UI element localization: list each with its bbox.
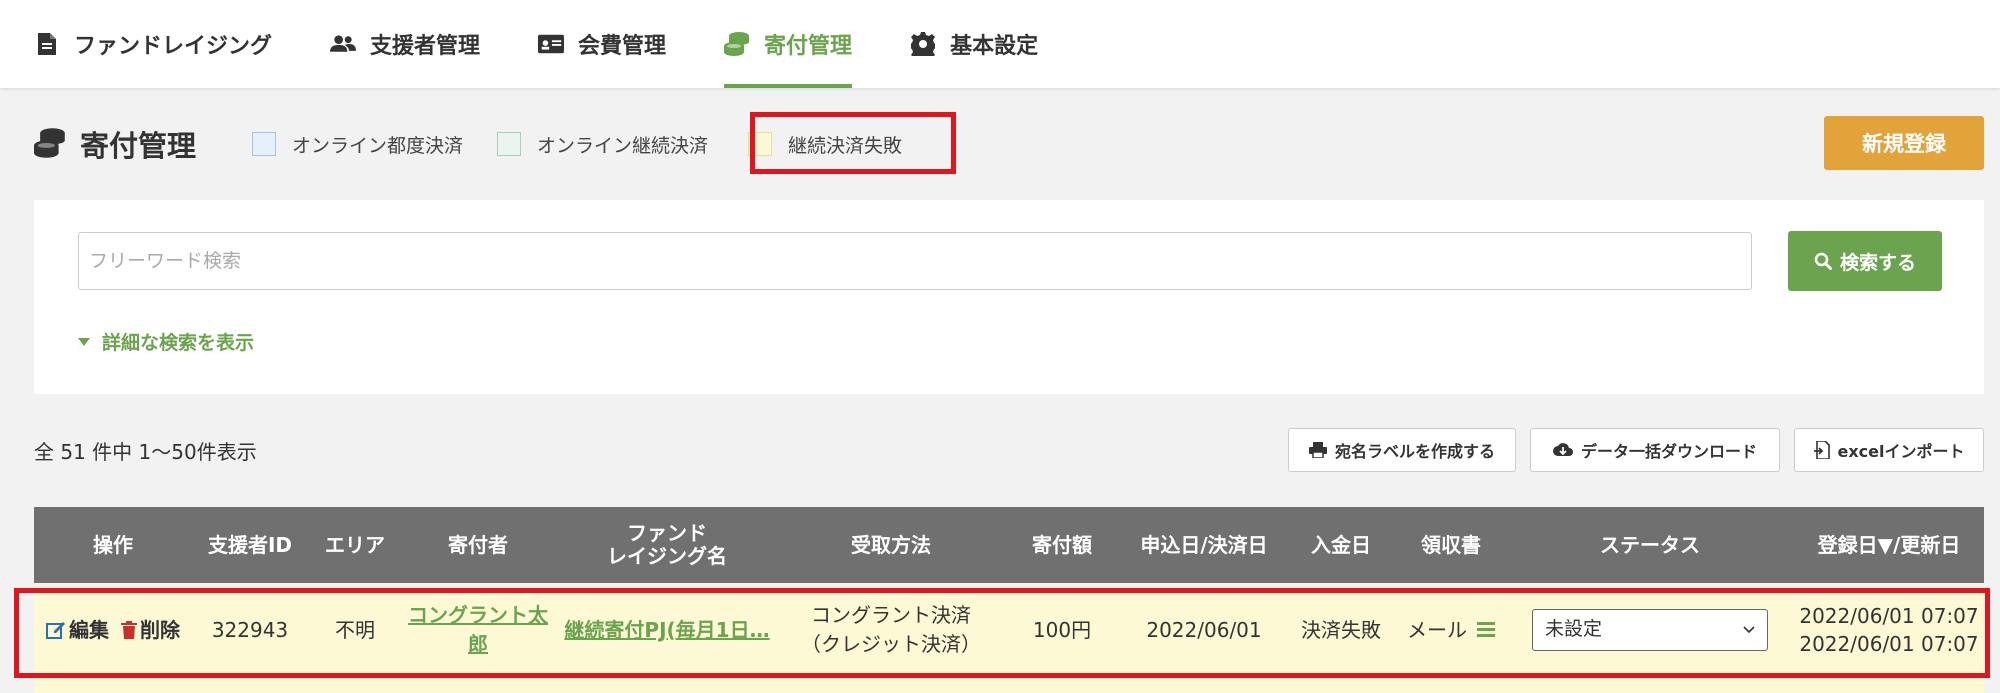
bulk-download-button[interactable]: データ一括ダウンロード [1530, 428, 1780, 472]
result-count: 全 51 件中 1〜50件表示 [34, 440, 257, 464]
header-fund-line1: ファンド [627, 521, 707, 545]
detail-search-toggle[interactable]: 詳細な検索を表示 [78, 328, 254, 355]
nav-item-supporters[interactable]: 支援者管理 [330, 0, 480, 88]
legend-label: オンライン都度決済 [292, 134, 464, 157]
detail-search-label: 詳細な検索を表示 [102, 332, 255, 354]
header-payment-date: 入金日 [1311, 532, 1371, 557]
header-receipt: 領収書 [1421, 532, 1481, 557]
nav-item-label: 支援者管理 [370, 34, 481, 59]
header-apply-date: 申込日/決済日 [1140, 532, 1268, 557]
highlight-box-row [14, 588, 1990, 678]
search-card: 検索する 詳細な検索を表示 [34, 200, 1984, 394]
search-icon [1814, 252, 1832, 270]
top-navigation: ファンドレイジング 支援者管理 会費管理 寄付管理 基本設定 [0, 0, 2000, 88]
legend-label: オンライン継続決済 [537, 134, 709, 157]
header-donor: 寄付者 [448, 532, 508, 557]
id-card-icon [538, 31, 565, 57]
search-input[interactable] [78, 232, 1752, 290]
header-dates: 登録日▼/更新日 [1817, 532, 1961, 557]
legend-online-recurring: オンライン継続決済 [497, 131, 708, 158]
highlight-box-legend [750, 112, 956, 174]
header-fund: ファンド レイジング名 [554, 507, 780, 583]
search-button[interactable]: 検索する [1788, 231, 1942, 291]
nav-item-label: 寄付管理 [764, 34, 853, 59]
excel-import-text: excelインポート [1837, 442, 1965, 461]
excel-import-button[interactable]: excelインポート [1794, 428, 1984, 472]
nav-item-settings[interactable]: 基本設定 [910, 0, 1038, 88]
coins-icon [34, 128, 66, 160]
header-fund-line2: レイジング名 [607, 544, 727, 568]
document-icon [34, 31, 60, 57]
nav-item-fundraising[interactable]: ファンドレイジング [34, 0, 272, 88]
bulk-download-text: データ一括ダウンロード [1580, 442, 1757, 461]
nav-item-membership[interactable]: 会費管理 [538, 0, 666, 88]
page-title-text: 寄付管理 [80, 129, 197, 163]
file-import-icon [1813, 441, 1830, 459]
nav-item-label: ファンドレイジング [74, 34, 273, 59]
header-ops: 操作 [93, 532, 133, 557]
header-status: ステータス [1600, 532, 1700, 557]
coins-icon [724, 31, 750, 57]
nav-item-label: 基本設定 [950, 34, 1039, 59]
caret-down-icon [78, 337, 90, 346]
legend-swatch [252, 132, 277, 156]
legend-swatch [497, 132, 522, 156]
header-amount: 寄付額 [1032, 532, 1092, 557]
header-supporter-id: 支援者ID [207, 532, 293, 557]
page-title: 寄付管理 [34, 123, 196, 165]
create-label-button[interactable]: 宛名ラベルを作成する [1288, 428, 1516, 472]
table-header: 操作 支援者ID エリア 寄付者 ファンド レイジング名 受取方法 寄付額 申込… [34, 507, 1984, 583]
create-label-text: 宛名ラベルを作成する [1334, 442, 1495, 461]
search-button-label: 検索する [1839, 251, 1916, 274]
users-icon [330, 31, 357, 57]
nav-item-donations[interactable]: 寄付管理 [724, 0, 853, 88]
printer-icon [1308, 442, 1327, 458]
header-method: 受取方法 [851, 532, 931, 557]
header-area: エリア [325, 532, 385, 557]
nav-item-label: 会費管理 [578, 34, 667, 59]
legend-online-single: オンライン都度決済 [252, 131, 463, 158]
cloud-download-icon [1552, 443, 1573, 456]
gear-icon [910, 31, 936, 57]
new-registration-button[interactable]: 新規登録 [1824, 116, 1984, 170]
